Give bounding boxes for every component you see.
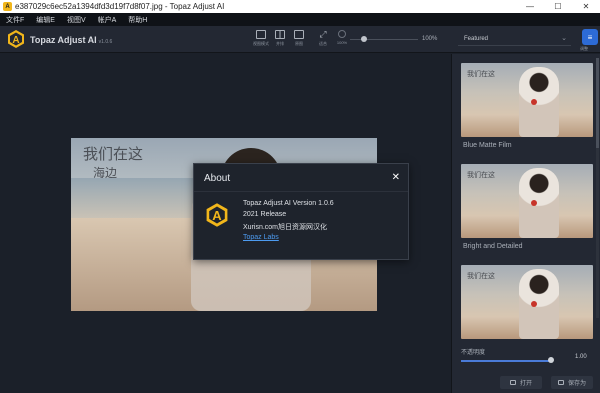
preset-label: Bright and Detailed bbox=[463, 243, 523, 250]
topaz-logo-icon: A bbox=[8, 30, 24, 48]
menu-view[interactable]: 视图V bbox=[61, 15, 92, 25]
about-release: 2021 Release bbox=[243, 211, 287, 218]
opacity-slider-handle[interactable] bbox=[548, 357, 554, 363]
opacity-value: 1.00 bbox=[575, 354, 587, 360]
thumb-subject bbox=[519, 168, 559, 238]
image-calligraphy: 我们在这 bbox=[83, 145, 144, 163]
thumb-flower bbox=[531, 99, 537, 105]
folder-icon bbox=[509, 380, 516, 385]
preset-label: Blue Matte Film bbox=[463, 142, 512, 149]
window-title: e387029c6ec52a1394dfd3d19f7d8f07.jpg - T… bbox=[15, 2, 225, 11]
tool-label: 原图 bbox=[295, 41, 303, 46]
thumb-calligraphy: 我们在这 bbox=[467, 171, 495, 179]
about-version: Topaz Adjust AI Version 1.0.6 bbox=[243, 200, 334, 207]
preset-dropdown[interactable]: Featured ⌄ bbox=[458, 33, 571, 46]
open-button[interactable]: 打开 bbox=[500, 376, 542, 389]
split-view-icon bbox=[275, 30, 285, 39]
about-credit: Xurisn.com旭日资源网汉化 bbox=[243, 224, 328, 231]
close-window-button[interactable]: ✕ bbox=[572, 0, 600, 13]
image-icon bbox=[294, 30, 304, 39]
tool-label: 适合 bbox=[319, 41, 327, 46]
preset-thumbnail[interactable]: 我们在这 bbox=[461, 164, 593, 238]
preset-dropdown-value: Featured bbox=[464, 36, 489, 42]
close-icon[interactable]: ✕ bbox=[392, 172, 400, 183]
sliders-icon: ≡ bbox=[587, 32, 593, 42]
panel-scrollbar-thumb[interactable] bbox=[596, 58, 599, 148]
zoom-100-button[interactable]: 100% bbox=[333, 30, 351, 50]
svg-text:A: A bbox=[12, 35, 19, 46]
topaz-labs-link[interactable]: Topaz Labs bbox=[243, 234, 279, 241]
menu-help[interactable]: 帮助H bbox=[122, 15, 153, 25]
zoom-icon bbox=[338, 30, 346, 38]
about-dialog-title: About bbox=[204, 173, 231, 184]
about-dialog-header: About ✕ bbox=[194, 164, 408, 192]
zoom-value: 100% bbox=[422, 36, 438, 42]
opacity-label: 不透明度 bbox=[461, 350, 486, 356]
image-calligraphy-2: 海边 bbox=[93, 166, 118, 180]
thumb-flower bbox=[531, 200, 537, 206]
zoom-slider-handle[interactable] bbox=[361, 36, 367, 42]
app-version: v1.0.6 bbox=[98, 39, 113, 45]
app-icon: A bbox=[3, 2, 12, 11]
window-controls: — ☐ ✕ bbox=[516, 0, 600, 13]
app-brand: Topaz Adjust AI v1.0.6 bbox=[30, 35, 112, 45]
open-button-label: 打开 bbox=[519, 381, 532, 387]
fit-screen-icon: ⤢ bbox=[319, 29, 327, 39]
fit-button[interactable]: ⤢ 适合 bbox=[314, 30, 332, 50]
chevron-down-icon: ⌄ bbox=[561, 35, 567, 42]
minimize-button[interactable]: — bbox=[516, 0, 544, 13]
thumb-subject bbox=[519, 67, 559, 137]
thumb-calligraphy: 我们在这 bbox=[467, 272, 495, 280]
adjust-settings-label: 调整 bbox=[580, 46, 588, 51]
adjust-settings-button[interactable]: ≡ bbox=[582, 29, 598, 45]
save-as-button[interactable]: 保存为 bbox=[551, 376, 593, 389]
presets-panel: 我们在这 Blue Matte Film 我们在这 Bright and Det… bbox=[451, 54, 600, 393]
menu-bar: 文件F 编辑E 视图V 帐户A 帮助H bbox=[0, 13, 600, 26]
save-as-button-label: 保存为 bbox=[567, 381, 586, 387]
thumb-calligraphy: 我们在这 bbox=[467, 70, 495, 78]
opacity-slider[interactable] bbox=[461, 360, 553, 362]
svg-text:A: A bbox=[212, 208, 222, 223]
app-name: Topaz Adjust AI bbox=[30, 35, 97, 45]
split-view-button[interactable]: 并排 bbox=[271, 30, 289, 50]
single-view-icon bbox=[256, 30, 266, 39]
tool-label: 视图模式 bbox=[253, 41, 269, 46]
menu-edit[interactable]: 编辑E bbox=[30, 15, 61, 25]
topaz-logo-icon: A bbox=[206, 203, 228, 227]
preset-thumbnail[interactable]: 我们在这 bbox=[461, 63, 593, 137]
window-titlebar: A e387029c6ec52a1394dfd3d19f7d8f07.jpg -… bbox=[0, 0, 600, 13]
menu-file[interactable]: 文件F bbox=[0, 15, 30, 25]
original-view-button[interactable]: 原图 bbox=[290, 30, 308, 50]
tool-label: 并排 bbox=[276, 41, 284, 46]
preset-thumbnail[interactable]: 我们在这 bbox=[461, 265, 593, 339]
maximize-button[interactable]: ☐ bbox=[544, 0, 572, 13]
thumb-subject bbox=[519, 269, 559, 339]
tool-label: 100% bbox=[336, 40, 348, 45]
menu-account[interactable]: 帐户A bbox=[92, 15, 123, 25]
save-icon bbox=[557, 380, 564, 385]
view-mode-button[interactable]: 视图模式 bbox=[252, 30, 270, 50]
thumb-flower bbox=[531, 301, 537, 307]
about-dialog: About ✕ A Topaz Adjust AI Version 1.0.6 … bbox=[193, 163, 409, 260]
